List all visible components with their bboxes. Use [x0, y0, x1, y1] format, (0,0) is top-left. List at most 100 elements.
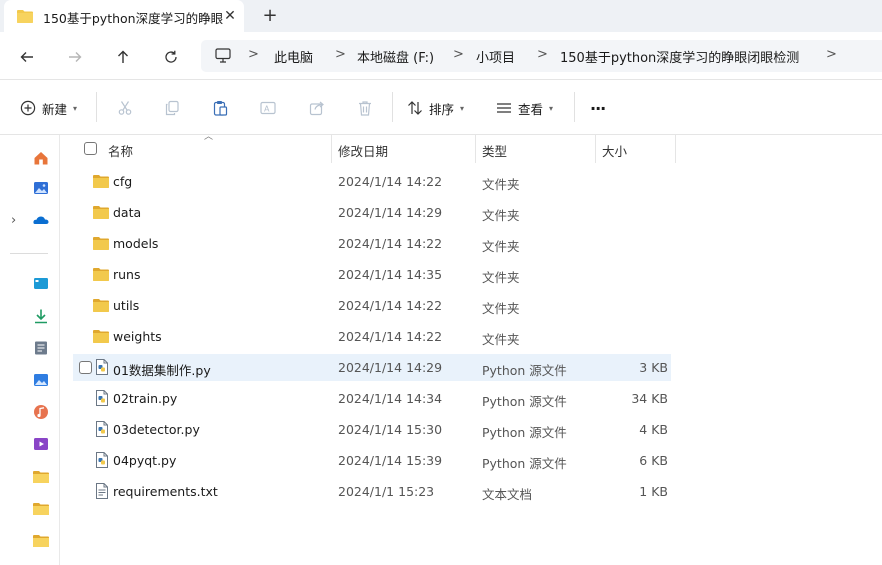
- command-toolbar: 新建 ▾ A 排序 ▾ 查看 ▾ ···: [0, 80, 882, 135]
- file-type: Python 源文件: [482, 425, 567, 440]
- tab-close-button[interactable]: ✕: [220, 6, 240, 26]
- videos-icon[interactable]: [33, 436, 49, 452]
- breadcrumb-separator[interactable]: >: [537, 47, 548, 62]
- file-name: 01数据集制作.py: [113, 363, 211, 378]
- file-row[interactable]: 04pyqt.py 2024/1/14 15:39 Python 源文件 6 KB: [73, 447, 671, 474]
- breadcrumb-separator[interactable]: >: [826, 47, 837, 62]
- file-type: Python 源文件: [482, 363, 567, 378]
- column-name[interactable]: 名称: [108, 141, 133, 160]
- breadcrumb-separator[interactable]: >: [453, 47, 464, 62]
- arrow-left-icon: [20, 52, 33, 62]
- file-date: 2024/1/14 14:22: [338, 236, 443, 251]
- file-date: 2024/1/14 14:22: [338, 298, 443, 313]
- file-name: 02train.py: [113, 391, 178, 406]
- column-type[interactable]: 类型: [482, 141, 507, 160]
- onedrive-icon[interactable]: [33, 212, 49, 228]
- file-name: weights: [113, 329, 162, 344]
- clipboard-icon: [213, 101, 228, 116]
- breadcrumb-separator[interactable]: >: [335, 47, 346, 62]
- file-name: requirements.txt: [113, 484, 218, 499]
- file-date: 2024/1/14 14:35: [338, 267, 443, 282]
- scissors-icon: [118, 101, 132, 115]
- file-row[interactable]: models 2024/1/14 14:22 文件夹: [73, 230, 671, 257]
- folder-icon: [93, 174, 109, 190]
- column-divider[interactable]: [675, 135, 676, 163]
- folder-icon[interactable]: [33, 533, 49, 549]
- breadcrumb-current-folder[interactable]: 150基于python深度学习的睁眼闭眼检测: [560, 47, 799, 66]
- column-size[interactable]: 大小: [602, 141, 627, 160]
- column-header: ︿ 名称 修改日期 类型 大小: [73, 132, 676, 163]
- music-icon[interactable]: [33, 404, 49, 420]
- file-size: 1 KB: [639, 484, 668, 499]
- file-row[interactable]: runs 2024/1/14 14:35 文件夹: [73, 261, 671, 288]
- tab-title: 150基于python深度学习的睁眼: [43, 11, 224, 26]
- address-bar[interactable]: > 此电脑 > 本地磁盘 (F:) > 小项目 > 150基于python深度学…: [201, 40, 882, 72]
- up-button[interactable]: [110, 44, 136, 70]
- gallery-icon[interactable]: [33, 180, 49, 196]
- file-row[interactable]: 03detector.py 2024/1/14 15:30 Python 源文件 4 …: [73, 416, 671, 443]
- column-divider[interactable]: [595, 135, 596, 163]
- desktop-icon[interactable]: [33, 276, 49, 292]
- rename-icon: A: [260, 101, 276, 115]
- row-checkbox[interactable]: [79, 361, 92, 374]
- pictures-icon[interactable]: [33, 372, 49, 388]
- file-date: 2024/1/14 14:22: [338, 329, 443, 344]
- sort-button[interactable]: 排序 ▾: [407, 97, 464, 119]
- file-row[interactable]: cfg 2024/1/14 14:22 文件夹: [73, 168, 671, 195]
- list-view-icon: [497, 103, 511, 113]
- file-row[interactable]: utils 2024/1/14 14:22 文件夹: [73, 292, 671, 319]
- file-name: data: [113, 205, 142, 220]
- trash-icon: [359, 101, 371, 116]
- window-tab[interactable]: 150基于python深度学习的睁眼 ✕: [4, 0, 244, 32]
- cut-button[interactable]: [117, 97, 133, 119]
- new-button[interactable]: 新建 ▾: [20, 97, 77, 119]
- new-button-label: 新建: [42, 101, 68, 117]
- breadcrumb-this-pc[interactable]: 此电脑: [274, 47, 313, 66]
- delete-button[interactable]: [357, 97, 373, 119]
- refresh-icon: [165, 50, 177, 63]
- sort-ascending-icon: ︿: [204, 132, 214, 142]
- select-all-checkbox[interactable]: [84, 142, 97, 155]
- chevron-down-icon: ▾: [549, 103, 554, 113]
- breadcrumb-separator[interactable]: >: [248, 47, 259, 62]
- file-row[interactable]: 02train.py 2024/1/14 14:34 Python 源文件 34 KB: [73, 385, 671, 412]
- file-type: Python 源文件: [482, 394, 567, 409]
- chevron-down-icon: ▾: [73, 103, 78, 113]
- share-button[interactable]: [309, 97, 325, 119]
- chevron-right-icon[interactable]: ›: [11, 213, 16, 228]
- breadcrumb-small-projects[interactable]: 小项目: [476, 47, 515, 66]
- paste-button[interactable]: [212, 97, 228, 119]
- breadcrumb-local-disk[interactable]: 本地磁盘 (F:): [357, 47, 434, 66]
- file-row[interactable]: requirements.txt 2024/1/1 15:23 文本文档 1 KB: [73, 478, 671, 505]
- folder-icon: [93, 329, 109, 345]
- navigation-pane: ›: [0, 135, 60, 565]
- file-date: 2024/1/14 14:34: [338, 391, 443, 406]
- file-name: runs: [113, 267, 141, 282]
- home-icon[interactable]: [33, 150, 49, 166]
- arrow-right-icon: [69, 52, 82, 62]
- file-row[interactable]: 01数据集制作.py 2024/1/14 14:29 Python 源文件 3 KB: [73, 354, 671, 381]
- file-row[interactable]: weights 2024/1/14 14:22 文件夹: [73, 323, 671, 350]
- documents-icon[interactable]: [33, 340, 49, 356]
- file-date: 2024/1/14 14:22: [338, 174, 443, 189]
- folder-icon[interactable]: [33, 469, 49, 485]
- python-file-icon: [95, 359, 111, 375]
- back-button[interactable]: [14, 44, 40, 70]
- new-tab-button[interactable]: +: [258, 4, 282, 28]
- copy-button[interactable]: [164, 97, 180, 119]
- folder-icon[interactable]: [33, 501, 49, 517]
- file-row[interactable]: data 2024/1/14 14:29 文件夹: [73, 199, 671, 226]
- column-divider[interactable]: [331, 135, 332, 163]
- refresh-button[interactable]: [158, 44, 184, 70]
- column-date[interactable]: 修改日期: [338, 141, 388, 160]
- rename-button[interactable]: A: [260, 97, 276, 119]
- download-icon[interactable]: [33, 308, 49, 324]
- more-options-button[interactable]: ···: [590, 97, 606, 119]
- file-name: cfg: [113, 174, 133, 189]
- view-button[interactable]: 查看 ▾: [496, 97, 553, 119]
- toolbar-divider: [96, 92, 97, 122]
- forward-button[interactable]: [62, 44, 88, 70]
- column-divider[interactable]: [475, 135, 476, 163]
- folder-icon: [93, 236, 109, 252]
- file-type: Python 源文件: [482, 456, 567, 471]
